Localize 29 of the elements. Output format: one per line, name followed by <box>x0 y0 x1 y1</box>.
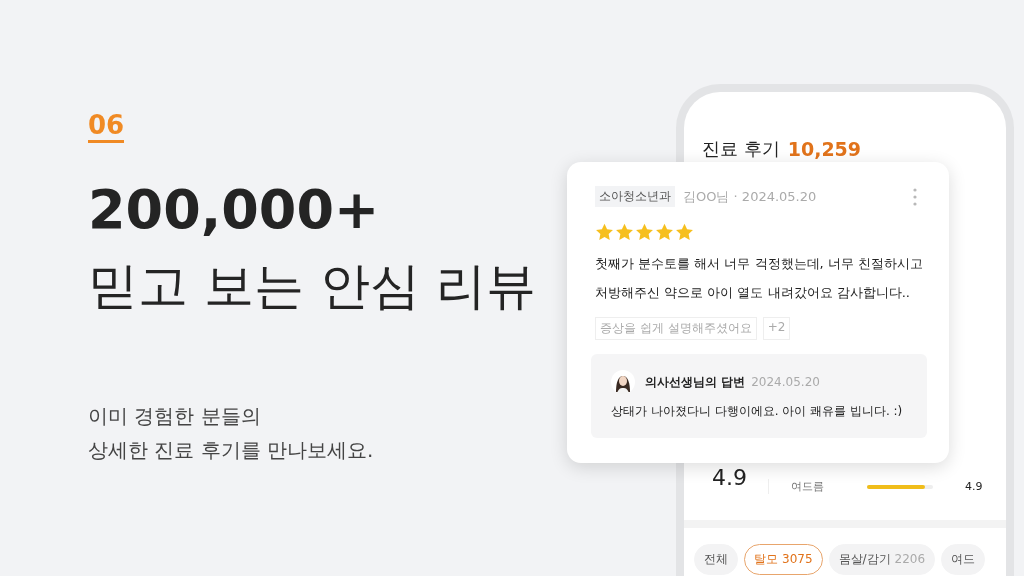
review-text: 처방해주신 약으로 아이 열도 내려갔어요 감사합니다.. <box>595 284 911 302</box>
subheadline: 믿고 보는 안심 리뷰 <box>88 256 536 317</box>
review-tag: +2 <box>762 317 791 340</box>
review-author: 김OO님 · 2024.05.20 <box>683 187 818 206</box>
star-icon <box>655 223 674 241</box>
star-icon <box>675 223 694 241</box>
reply-date: 2024.05.20 <box>751 375 820 389</box>
reply-text: 상태가 나아졌다니 다행이에요. 아이 쾌유를 빕니다. :) <box>611 403 903 420</box>
reply-title: 의사선생님의 답변 <box>645 373 746 391</box>
more-icon[interactable] <box>913 187 917 206</box>
rating-label: 여드름 <box>791 479 825 494</box>
rating-value: 4.9 <box>965 480 983 493</box>
star-icon <box>595 223 614 241</box>
overall-rating: 4.9 <box>712 465 748 490</box>
description-line: 상세한 진료 후기를 만나보세요. <box>88 437 374 464</box>
star-icon <box>635 223 654 241</box>
headline: 200,000+ <box>88 177 380 243</box>
review-count: 10,259 <box>787 138 862 160</box>
review-tag: 증상을 쉽게 설명해주셨어요 <box>595 317 757 340</box>
rating-bar <box>867 484 933 489</box>
description-line: 이미 경험한 분들의 <box>88 403 262 430</box>
department-tag: 소아청소년과 <box>595 186 675 207</box>
review-text: 첫째가 분수토를 해서 너무 걱정했는데, 너무 친절하시고 <box>595 255 923 273</box>
filter-chip[interactable]: 전체 <box>694 544 738 575</box>
star-icon <box>615 223 634 241</box>
filter-chip[interactable]: 여드 <box>941 544 986 575</box>
filter-chip[interactable]: 몸살/감기 2206 <box>828 544 936 575</box>
reviews-title: 진료 후기 <box>702 137 780 161</box>
section-number: 06 <box>88 110 125 143</box>
